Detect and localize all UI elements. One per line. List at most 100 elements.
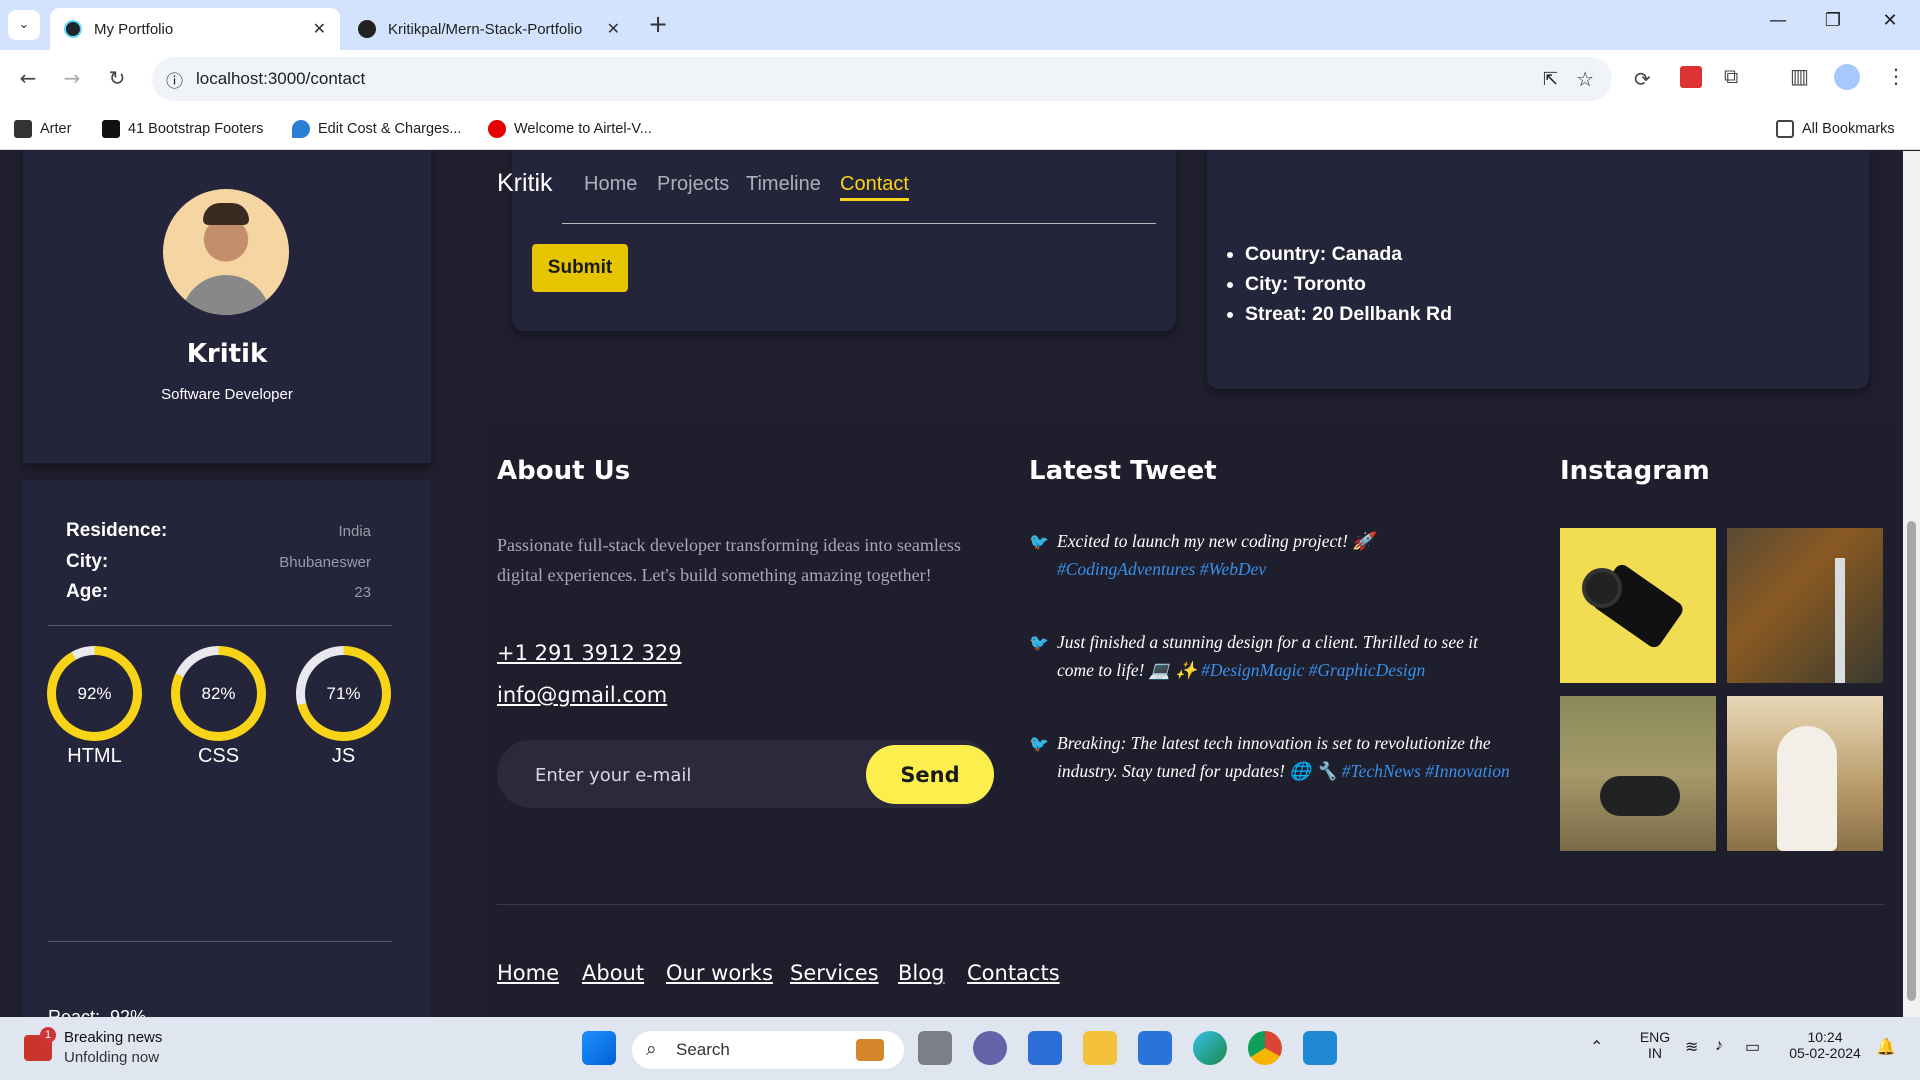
skill-label: HTML (67, 745, 122, 767)
mail-icon[interactable] (1138, 1031, 1172, 1065)
taskbar-search[interactable]: ⌕ Search (632, 1031, 904, 1069)
bookmark-airtel[interactable]: Welcome to Airtel-V... (488, 120, 652, 138)
bookmark-bootstrap-footers[interactable]: 41 Bootstrap Footers (102, 120, 263, 138)
address-city: City: Toronto (1245, 273, 1452, 303)
scrollbar-thumb[interactable] (1907, 521, 1916, 1001)
chrome-icon[interactable] (1248, 1031, 1282, 1065)
couple-shape (1777, 726, 1837, 851)
vscode-icon[interactable] (1303, 1031, 1337, 1065)
brand-logo[interactable]: Kritik (497, 169, 553, 198)
footer-link-our-works[interactable]: Our works (666, 961, 773, 985)
teams-icon[interactable] (973, 1031, 1007, 1065)
tab-github[interactable]: Kritikpal/Mern-Stack-Portfolio ✕ (344, 8, 634, 50)
skill-percent: 92% (56, 655, 133, 732)
time: 10:24 (1807, 1029, 1843, 1045)
extension-red-icon[interactable] (1680, 66, 1702, 88)
address-country: Country: Canada (1245, 243, 1452, 273)
all-bookmarks[interactable]: All Bookmarks (1776, 120, 1895, 138)
nav-projects[interactable]: Projects (657, 173, 729, 196)
extension-icon[interactable]: ⟳ (1634, 67, 1651, 91)
instagram-title: Instagram (1560, 456, 1710, 486)
tray-chevron-icon[interactable]: ⌃ (1590, 1037, 1603, 1057)
windows-start-icon[interactable] (582, 1031, 616, 1065)
tweet-tags[interactable]: #DesignMagic #GraphicDesign (1201, 660, 1425, 680)
profile-avatar-icon[interactable] (1834, 64, 1860, 90)
lang-top: ENG (1639, 1029, 1671, 1045)
wifi-icon[interactable]: ≋ (1685, 1037, 1698, 1057)
phone-link[interactable]: +1 291 3912 329 (497, 641, 682, 665)
nav-home[interactable]: Home (584, 173, 637, 196)
restore-button[interactable]: ❐ (1813, 10, 1853, 31)
bookmark-label: All Bookmarks (1802, 121, 1895, 137)
close-window-button[interactable]: ✕ (1870, 10, 1910, 31)
bookmark-arter[interactable]: Arter (14, 120, 71, 138)
search-label: Search (676, 1040, 730, 1059)
nav-timeline[interactable]: Timeline (746, 173, 821, 196)
instagram-photo-motorcycle[interactable] (1560, 696, 1716, 851)
task-view-icon[interactable] (918, 1031, 952, 1065)
language-indicator[interactable]: ENG IN (1635, 1029, 1675, 1061)
camera-lens (1582, 568, 1622, 608)
site-info-icon[interactable]: ⓘ (166, 67, 183, 92)
email-link[interactable]: info@gmail.com (497, 683, 667, 707)
date: 05-02-2024 (1789, 1045, 1861, 1061)
open-external-icon[interactable]: ⇱ (1543, 69, 1558, 90)
close-tab-icon[interactable]: ✕ (313, 19, 326, 39)
back-icon[interactable]: ← (13, 66, 43, 90)
page-scrollbar[interactable] (1903, 151, 1920, 1017)
instagram-photo-waterfall[interactable] (1727, 528, 1883, 683)
footer-link-services[interactable]: Services (790, 961, 879, 985)
reload-icon[interactable]: ↻ (102, 66, 132, 90)
file-explorer-icon[interactable] (1083, 1031, 1117, 1065)
edge-icon[interactable] (1193, 1031, 1227, 1065)
address-list: Country: Canada City: Toronto Streat: 20… (1245, 243, 1452, 333)
instagram-photo-couple[interactable] (1727, 696, 1883, 851)
volume-icon[interactable]: ♪ (1715, 1037, 1723, 1055)
message-textarea[interactable] (562, 223, 1156, 224)
clock[interactable]: 10:24 05-02-2024 (1780, 1029, 1870, 1061)
footer-link-about[interactable]: About (582, 961, 644, 985)
avatar (163, 189, 289, 315)
menu-kebab-icon[interactable]: ⋮ (1886, 64, 1906, 88)
store-icon[interactable] (1028, 1031, 1062, 1065)
divider (48, 625, 392, 626)
footer-link-home[interactable]: Home (497, 961, 559, 985)
tweet-tags[interactable]: #CodingAdventures #WebDev (1057, 559, 1266, 579)
minimize-button[interactable]: — (1758, 10, 1798, 31)
newsletter-input[interactable]: Enter your e-mail (535, 765, 691, 786)
instagram-photo-camera[interactable] (1560, 528, 1716, 683)
footer-link-blog[interactable]: Blog (898, 961, 944, 985)
new-tab-button[interactable]: + (648, 10, 668, 38)
tab-strip: ⌄ My Portfolio ✕ Kritikpal/Mern-Stack-Po… (0, 0, 1920, 50)
address-bar[interactable]: ⓘ localhost:3000/contact ⇱ ☆ (152, 57, 1612, 101)
notification-bell-icon[interactable]: 🔔 (1876, 1037, 1896, 1057)
folder-icon (1776, 120, 1794, 138)
skill-ring-html: 92% (47, 646, 142, 741)
tab-my-portfolio[interactable]: My Portfolio ✕ (50, 8, 340, 50)
react-percent: 92% (110, 1007, 147, 1017)
skill-percent: 82% (180, 655, 257, 732)
bookmark-edit-cost[interactable]: Edit Cost & Charges... (292, 120, 461, 138)
tweet-tags[interactable]: #TechNews #Innovation (1342, 761, 1510, 781)
footer-link-contacts[interactable]: Contacts (967, 961, 1060, 985)
send-button[interactable]: Send (866, 745, 994, 804)
bookmark-label: Arter (40, 121, 72, 137)
skill-label: CSS (197, 745, 240, 767)
skill-percent: 71% (305, 655, 382, 732)
briefcase-icon (856, 1039, 884, 1061)
bookmark-label: 41 Bootstrap Footers (128, 121, 264, 137)
arter-icon (14, 120, 32, 138)
news-widget[interactable]: 1 Breaking news Unfolding now (24, 1027, 204, 1069)
close-tab-icon[interactable]: ✕ (607, 19, 620, 39)
waterfall-shape (1835, 558, 1845, 683)
forward-icon[interactable]: → (57, 66, 87, 90)
profile-role: Software Developer (161, 386, 293, 403)
extensions-puzzle-icon[interactable]: ⧉ (1724, 64, 1738, 88)
battery-icon[interactable]: ▭ (1745, 1037, 1760, 1057)
tab-search-button[interactable]: ⌄ (8, 10, 40, 40)
profile-name: Kritik (186, 339, 268, 369)
nav-contact[interactable]: Contact (840, 173, 909, 201)
submit-button[interactable]: Submit (532, 244, 628, 292)
side-panel-icon[interactable]: ▥ (1790, 64, 1809, 88)
bookmark-star-icon[interactable]: ☆ (1576, 67, 1594, 92)
